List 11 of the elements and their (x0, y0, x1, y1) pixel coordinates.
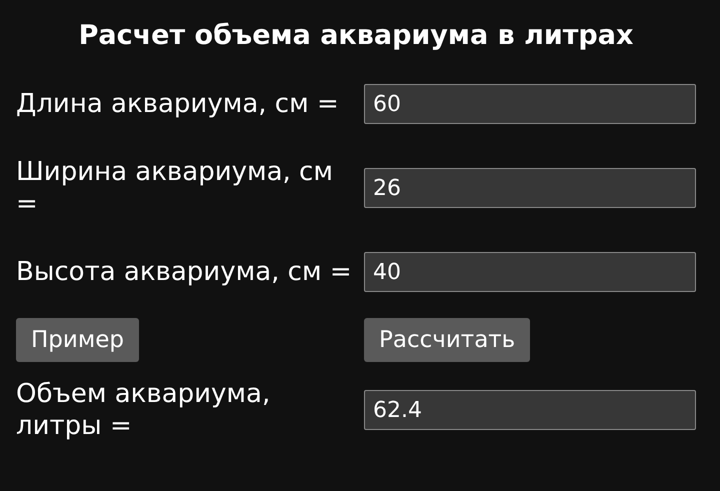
page-title: Расчет объема аквариума в литрах (78, 19, 634, 53)
input-field[interactable]: 26 (364, 168, 696, 208)
result-label: Объем аквариума, литры = (16, 378, 272, 442)
field-label: Ширина аквариума, см = (16, 156, 334, 220)
result-field[interactable]: 62.4 (364, 390, 696, 430)
example-button[interactable]: Пример (16, 318, 139, 362)
calculate-button[interactable]: Рассчитать (364, 318, 530, 362)
field-label: Длина аквариума, см = (16, 88, 340, 120)
input-field[interactable]: 60 (364, 84, 696, 124)
field-label: Высота аквариума, см = (16, 256, 353, 288)
input-field[interactable]: 40 (364, 252, 696, 292)
